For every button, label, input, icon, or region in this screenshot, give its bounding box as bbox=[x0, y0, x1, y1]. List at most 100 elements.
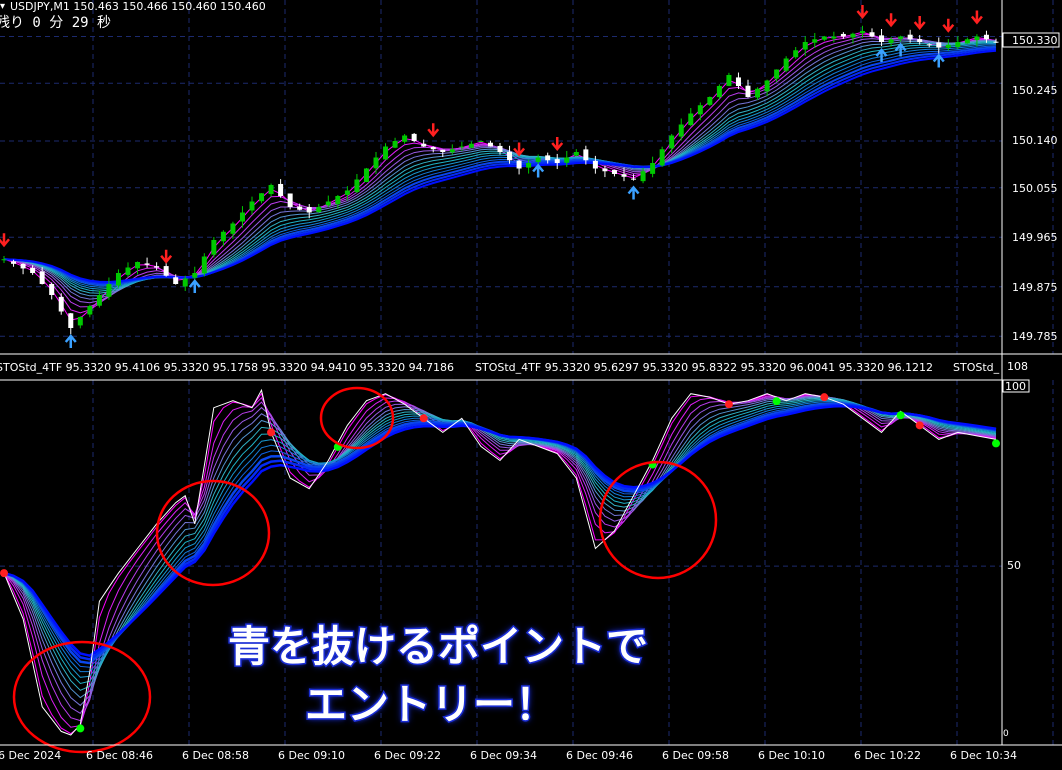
candle-body bbox=[1, 259, 7, 261]
symbol-dropdown-glyph[interactable]: ▾ bbox=[0, 0, 5, 13]
buy-signal-dot bbox=[992, 439, 1000, 448]
sell-signal-dot bbox=[0, 569, 8, 578]
arrow-shape bbox=[160, 249, 173, 264]
indicator-axis-0: 0 bbox=[1003, 729, 1009, 739]
sell-arrow-icon bbox=[513, 142, 526, 157]
price-label: 149.965 bbox=[1012, 231, 1058, 244]
candle-body bbox=[278, 183, 284, 196]
indicator-values-right: STOStd_4TF 95.3320 95.6297 95.3320 95.83… bbox=[475, 361, 934, 374]
candle-body bbox=[449, 149, 455, 153]
candle-body bbox=[545, 155, 551, 161]
sell-signal-dot bbox=[820, 393, 829, 402]
candle-body bbox=[39, 271, 45, 284]
candle-body bbox=[640, 171, 646, 182]
candle-body bbox=[354, 179, 360, 192]
candlestick-series bbox=[1, 25, 999, 335]
arrow-shape bbox=[913, 16, 926, 30]
sell-signal-dot bbox=[724, 400, 733, 409]
time-label: 6 Dec 08:46 bbox=[86, 749, 153, 762]
candle-body bbox=[230, 223, 236, 234]
price-ma-ribbon bbox=[3, 31, 997, 321]
price-label: 150.055 bbox=[1012, 182, 1058, 195]
stochastic-ma-line bbox=[3, 394, 997, 728]
arrow-shape bbox=[970, 10, 983, 25]
arrow-shape bbox=[64, 334, 77, 348]
arrow-shape bbox=[513, 142, 526, 157]
time-label: 6 Dec 09:34 bbox=[470, 749, 537, 762]
candle-body bbox=[373, 157, 379, 169]
candle-body bbox=[87, 306, 93, 315]
indicator-axis-max: 108 bbox=[1007, 360, 1028, 373]
time-label: 6 Dec 09:22 bbox=[374, 749, 441, 762]
candle-body bbox=[106, 284, 112, 297]
sell-signal-dot bbox=[419, 414, 428, 423]
candle-body bbox=[68, 313, 74, 328]
candle-body bbox=[726, 75, 732, 86]
candle-body bbox=[573, 152, 579, 156]
candle-body bbox=[707, 97, 713, 105]
candle-body bbox=[917, 39, 923, 42]
time-label: 6 Dec 09:10 bbox=[278, 749, 345, 762]
candle-body bbox=[898, 36, 904, 39]
candle-body bbox=[840, 33, 846, 37]
price-ma-line bbox=[3, 49, 997, 284]
time-label: 6 Dec 10:10 bbox=[758, 749, 825, 762]
arrow-shape bbox=[942, 18, 955, 33]
candle-body bbox=[497, 145, 503, 152]
sell-arrow-icon bbox=[856, 5, 869, 19]
candle-body bbox=[287, 193, 293, 207]
candle-body bbox=[344, 190, 350, 195]
buy-arrow-icon bbox=[188, 279, 201, 293]
sell-arrow-icon bbox=[0, 233, 10, 248]
annotation-line-1: 青を抜けるポイントで bbox=[226, 621, 649, 673]
candle-body bbox=[974, 36, 980, 41]
candle-body bbox=[77, 317, 83, 326]
remaining-time: 残り 0 分 29 秒 bbox=[0, 15, 112, 31]
price-label: 149.785 bbox=[1012, 330, 1058, 343]
candle-body bbox=[459, 146, 465, 148]
candle-body bbox=[306, 207, 312, 213]
candle-body bbox=[659, 149, 665, 166]
sell-signal-dot bbox=[915, 421, 924, 430]
candle-body bbox=[907, 34, 913, 40]
price-ma-line bbox=[3, 40, 997, 297]
buy-arrow-icon bbox=[627, 185, 640, 200]
buy-arrow-icon bbox=[532, 163, 545, 178]
candle-body bbox=[58, 296, 64, 312]
arrow-shape bbox=[551, 137, 564, 151]
sell-signal-dot bbox=[267, 428, 276, 437]
candle-body bbox=[211, 240, 217, 255]
candle-body bbox=[774, 69, 780, 79]
sell-arrow-icon bbox=[427, 123, 440, 138]
candle-body bbox=[316, 207, 322, 213]
arrow-shape bbox=[856, 5, 869, 19]
sell-arrow-icon bbox=[942, 18, 955, 33]
sell-arrow-icon bbox=[885, 13, 898, 28]
candle-body bbox=[507, 151, 513, 161]
time-label: 6 Dec 09:46 bbox=[566, 749, 633, 762]
candle-body bbox=[926, 44, 932, 46]
candle-body bbox=[983, 34, 989, 40]
price-label: 149.875 bbox=[1012, 281, 1058, 294]
candle-body bbox=[783, 58, 789, 71]
candle-body bbox=[440, 149, 446, 152]
candle-body bbox=[735, 77, 741, 86]
candle-body bbox=[821, 36, 827, 40]
candle-body bbox=[11, 261, 17, 264]
candle-body bbox=[697, 105, 703, 115]
buy-arrow-icon bbox=[64, 334, 77, 348]
candle-body bbox=[383, 146, 389, 160]
candle-body bbox=[764, 80, 770, 92]
time-label: 6 Dec 10:22 bbox=[854, 749, 921, 762]
candle-body bbox=[879, 35, 885, 42]
annotation-line-2: エントリー！ bbox=[303, 679, 558, 731]
candle-body bbox=[812, 39, 818, 43]
candle-body bbox=[487, 142, 493, 147]
candle-body bbox=[745, 85, 751, 97]
candle-body bbox=[125, 267, 131, 275]
candle-body bbox=[268, 185, 274, 195]
candle-body bbox=[478, 141, 484, 142]
candle-body bbox=[297, 206, 303, 210]
candle-body bbox=[564, 157, 570, 163]
candle-body bbox=[755, 88, 761, 98]
